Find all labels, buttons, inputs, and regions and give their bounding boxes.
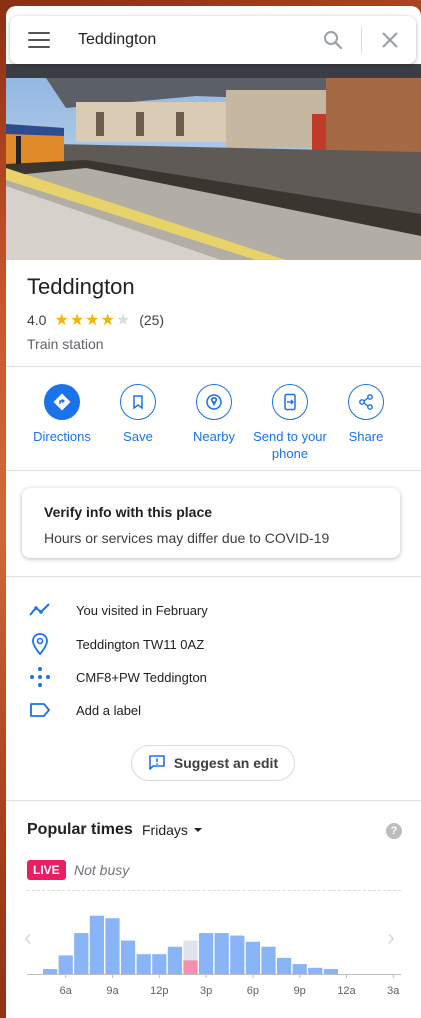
menu-icon[interactable] [28, 32, 50, 48]
search-icon[interactable] [321, 28, 345, 52]
chart-bar-8a [89, 915, 104, 974]
day-selector[interactable]: Fridays [142, 822, 205, 838]
label-icon [30, 703, 50, 717]
chart-tick-label: 9a [106, 985, 119, 997]
review-count[interactable]: (25) [139, 312, 164, 328]
stars-empty: ★ [115, 312, 132, 329]
chart-bar-11a [136, 954, 151, 974]
directions-button[interactable]: Directions [20, 384, 104, 445]
chart-bar-6p [245, 941, 260, 974]
action-label: Save [123, 429, 153, 444]
caret-down-icon [193, 828, 202, 832]
chart-bar-8p [277, 957, 292, 974]
chart-bar-7p [261, 946, 276, 974]
popular-times-title: Popular times [27, 821, 133, 838]
info-row-address[interactable]: Teddington TW11 0AZ [6, 630, 421, 658]
place-title: Teddington [27, 274, 135, 299]
action-label: Nearby [193, 429, 235, 444]
chart-bar-live [183, 960, 198, 974]
place-category[interactable]: Train station [27, 336, 104, 352]
search-input[interactable]: Teddington [78, 31, 321, 49]
divider [6, 800, 421, 801]
chart-bar-10p [308, 967, 323, 974]
info-text: You visited in February [76, 602, 208, 618]
search-bar[interactable]: Teddington [10, 16, 416, 64]
bookmark-icon [133, 395, 143, 410]
suggest-edit-button[interactable]: Suggest an edit [131, 745, 295, 781]
send-to-phone-icon [284, 393, 296, 411]
place-panel: Teddington Teddington 4.0 ★★★★★ (25) Tra… [6, 6, 421, 1018]
chart-tick-label: 12a [337, 985, 356, 997]
covid-title: Verify info with this place [44, 504, 213, 520]
divider [6, 576, 421, 577]
send-to-phone-button[interactable]: Send to your phone [248, 384, 332, 462]
action-label: Send to your phone [253, 429, 327, 461]
action-bar: Directions Save Nearby Send to your phon… [6, 384, 421, 474]
star-rating: ★★★★★ [54, 310, 131, 330]
popular-times-chart: 6a 9a 12p 3p 6p 9p 12a 3a [27, 915, 401, 997]
place-photo[interactable] [6, 64, 421, 260]
chart-bar-10a [121, 940, 136, 974]
search-divider [361, 27, 362, 53]
info-text: Add a label [76, 702, 142, 718]
chart-tick-label: 3p [200, 985, 212, 997]
save-button[interactable]: Save [96, 384, 180, 445]
live-status: Not busy [74, 862, 130, 878]
chart-tick-label: 12p [150, 985, 168, 997]
info-text: CMF8+PW Teddington [76, 669, 207, 685]
action-label: Share [348, 429, 384, 444]
share-icon [359, 394, 373, 410]
day-selector-label: Fridays [142, 822, 188, 838]
plus-code-icon [30, 667, 50, 687]
rating-value: 4.0 [27, 312, 47, 328]
suggest-edit-label: Suggest an edit [173, 755, 279, 771]
chart-dashed-line [27, 890, 401, 891]
directions-icon [53, 393, 71, 411]
location-pin-icon [32, 633, 48, 655]
chart-bar-3p [199, 933, 214, 974]
stars-filled: ★★★★ [54, 312, 116, 329]
live-badge: LIVE [27, 860, 66, 880]
covid-notice-card[interactable]: Verify info with this place Hours or ser… [22, 488, 400, 558]
chart-bar-4p [214, 933, 229, 974]
nearby-icon [206, 394, 222, 410]
chart-tick-label: 3a [387, 985, 400, 997]
chart-tick-label: 9p [294, 985, 306, 997]
chart-bar-6a [58, 955, 73, 974]
info-row-timeline[interactable]: You visited in February [6, 596, 421, 624]
info-text: Teddington TW11 0AZ [76, 636, 205, 652]
chart-bar-7a [74, 933, 89, 974]
rating-row[interactable]: 4.0 ★★★★★ (25) [27, 310, 164, 330]
divider [6, 366, 421, 367]
share-button[interactable]: Share [324, 384, 408, 445]
chart-bar-12p [152, 954, 167, 974]
info-row-add-label[interactable]: Add a label [6, 696, 421, 724]
chart-bar-9p [292, 964, 307, 974]
action-label: Directions [33, 429, 91, 444]
chart-bar-5a [43, 969, 58, 974]
chart-bar-11p [323, 969, 338, 974]
info-row-plus-code[interactable]: CMF8+PW Teddington [6, 663, 421, 691]
chart-bar-9a [105, 918, 120, 974]
chart-bar-5p [230, 935, 245, 974]
covid-text: Hours or services may differ due to COVI… [44, 530, 330, 546]
help-icon[interactable]: ? [386, 823, 402, 839]
chart-bar-1p [167, 946, 182, 974]
close-icon[interactable] [378, 28, 402, 52]
feedback-icon [149, 755, 165, 770]
nearby-button[interactable]: Nearby [172, 384, 256, 445]
chart-tick-label: 6a [60, 985, 73, 997]
divider [6, 470, 421, 471]
chart-tick-label: 6p [247, 985, 259, 997]
timeline-icon [29, 603, 50, 616]
